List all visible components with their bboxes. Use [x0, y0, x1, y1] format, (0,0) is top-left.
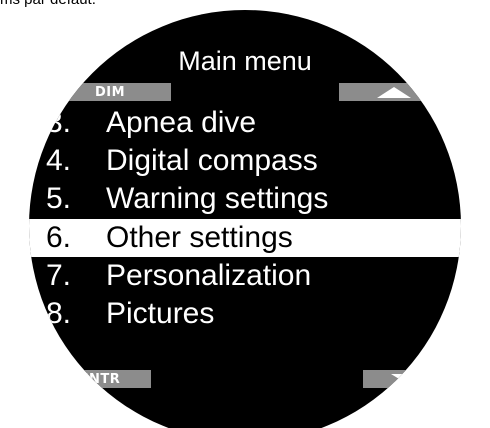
menu-item-label: Apnea dive [106, 106, 257, 139]
caption-text: ms par défaut. [0, 0, 96, 8]
scroll-down-softkey[interactable] [363, 370, 455, 388]
device-screen: Main menu DIM 3. Apnea dive 4. Digital c… [29, 10, 461, 428]
enter-softkey-label: ENTR [79, 371, 121, 387]
menu-item-pictures[interactable]: 8. Pictures [29, 295, 461, 333]
menu-item-label: Pictures [106, 297, 215, 330]
arrow-down-icon [391, 373, 427, 385]
scroll-up-softkey[interactable] [339, 83, 449, 101]
menu-item-label: Personalization [106, 259, 312, 292]
menu-item-label: Warning settings [106, 182, 329, 215]
menu-item-apnea-dive[interactable]: 3. Apnea dive [29, 104, 461, 142]
menu-item-other-settings[interactable]: 6. Other settings [29, 219, 461, 257]
arrow-up-icon [377, 86, 411, 98]
dim-softkey-label: DIM [94, 84, 126, 100]
menu-item-digital-compass[interactable]: 4. Digital compass [29, 142, 461, 180]
dim-softkey[interactable]: DIM [49, 83, 171, 101]
menu-item-number: 5. [46, 182, 72, 215]
page: ms par défaut. Main menu DIM 3. Apnea di… [0, 0, 490, 428]
menu-item-label: Digital compass [106, 144, 318, 177]
menu-item-number: 6. [46, 221, 72, 254]
menu-title: Main menu [178, 46, 312, 76]
menu-item-number: 8. [46, 297, 72, 330]
enter-softkey[interactable]: ENTR [49, 370, 151, 388]
menu-item-warning-settings[interactable]: 5. Warning settings [29, 180, 461, 218]
menu-item-label: Other settings [106, 221, 293, 254]
menu-item-number: 3. [46, 106, 72, 139]
menu-item-number: 7. [46, 259, 72, 292]
menu-item-number: 4. [46, 144, 72, 177]
menu-item-personalization[interactable]: 7. Personalization [29, 257, 461, 295]
